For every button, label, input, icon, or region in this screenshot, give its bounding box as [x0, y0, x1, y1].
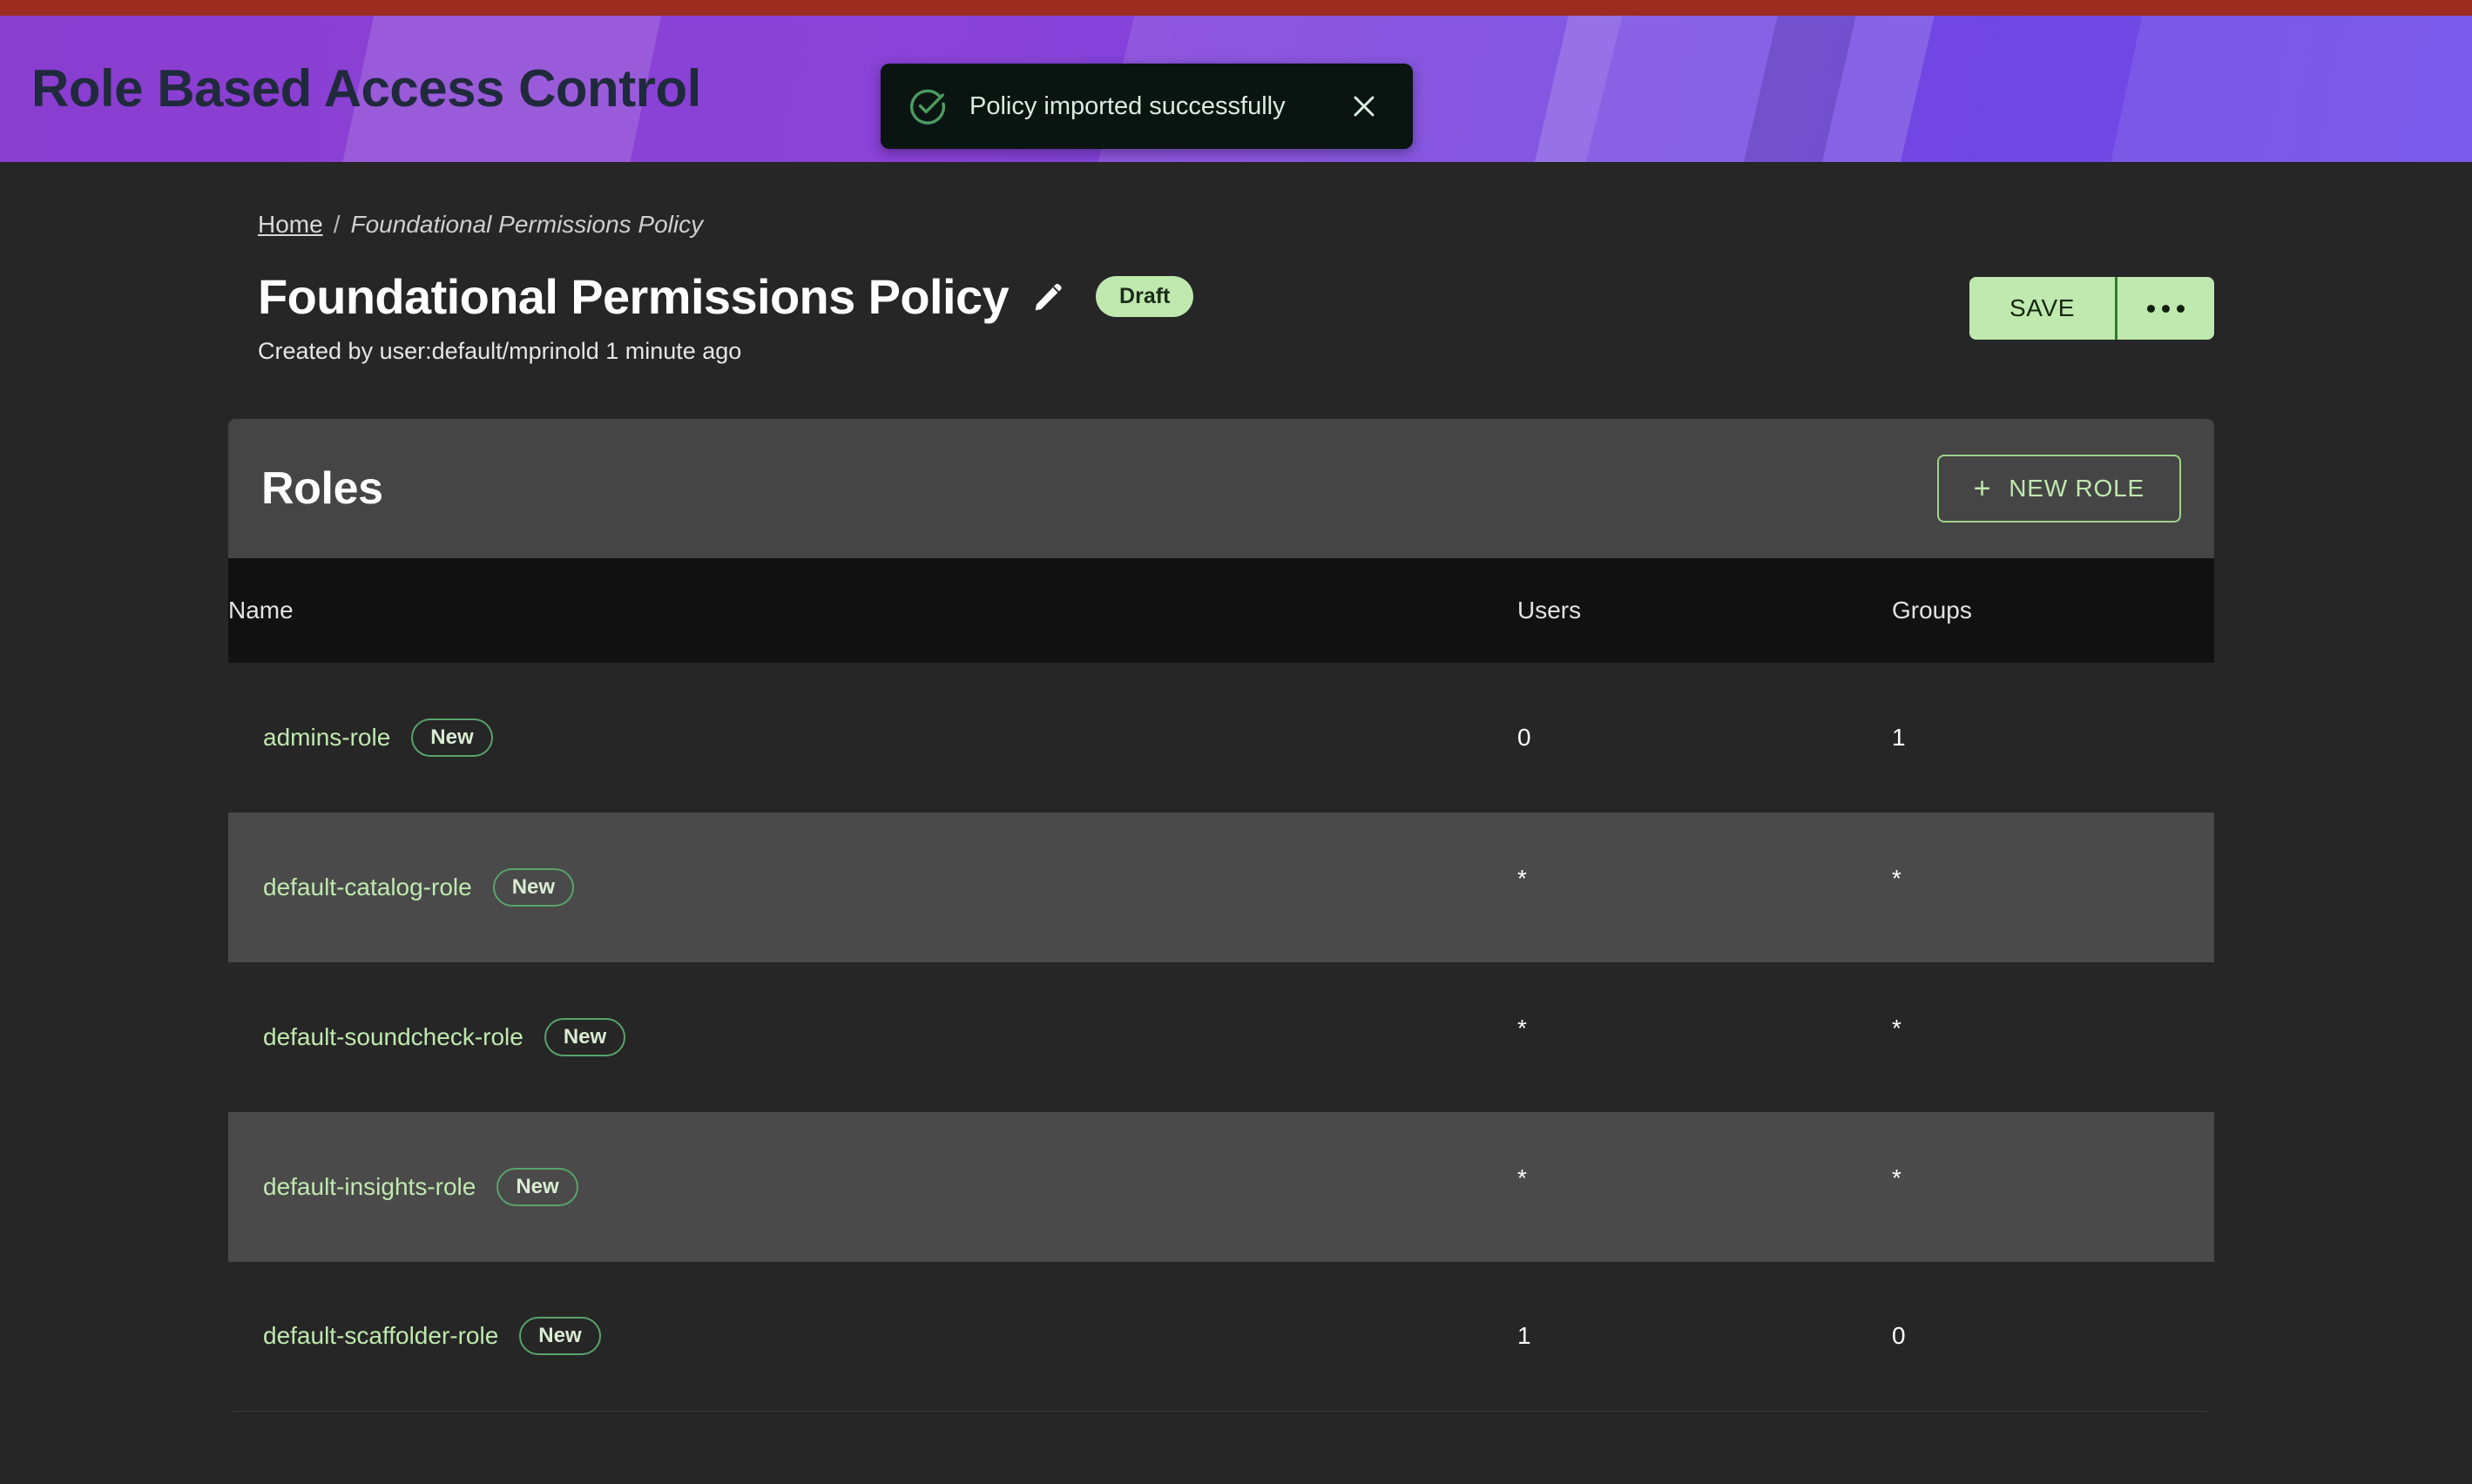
roles-card-header: Roles + NEW ROLE [228, 418, 2214, 558]
groups-count-cell: * [1892, 1164, 1901, 1191]
roles-table-head: Name Users Groups [228, 557, 2214, 663]
role-name-cell: default-soundcheck-role New [228, 962, 1517, 1112]
roles-table-body: admins-role New 0 1 default-catalog-role New *… [228, 662, 2214, 1413]
page-actions: SAVE [1969, 277, 2214, 340]
role-name-link[interactable]: default-scaffolder-role [263, 1322, 498, 1350]
role-name-link[interactable]: admins-role [263, 724, 390, 752]
role-name-link[interactable]: default-soundcheck-role [263, 1023, 523, 1051]
groups-count-cell: 0 [1892, 1261, 2214, 1413]
breadcrumb-home-link[interactable]: Home [258, 211, 323, 239]
save-button-group: SAVE [1969, 277, 2214, 340]
page-title: Foundational Permissions Policy [258, 269, 1010, 324]
save-button[interactable]: SAVE [1969, 277, 2115, 340]
users-count-cell: 0 [1517, 723, 1531, 751]
pencil-icon[interactable] [1031, 280, 1066, 314]
role-name-cell: admins-role New [228, 663, 1517, 813]
new-role-button-label: NEW ROLE [2009, 474, 2144, 502]
groups-count-cell: * [1892, 864, 1901, 892]
ellipsis-icon-dot-2 [2162, 304, 2170, 313]
check-circle-icon [909, 89, 946, 125]
plus-icon: + [1973, 471, 1992, 505]
role-name-cell: default-insights-role New [228, 1112, 1517, 1262]
header-decor-shape-4 [1732, 16, 1865, 162]
page-title-row: Foundational Permissions Policy Draft Cr… [258, 270, 2472, 365]
app-title: Role Based Access Control [31, 59, 701, 118]
table-row[interactable]: default-insights-role New * * [228, 1111, 2214, 1262]
status-badge: Draft [1096, 276, 1194, 318]
table-row[interactable]: default-soundcheck-role New * * [228, 961, 2214, 1112]
page-title-block: Foundational Permissions Policy Draft Cr… [258, 269, 1194, 365]
new-role-button[interactable]: + NEW ROLE [1936, 454, 2181, 523]
role-name-link[interactable]: default-insights-role [263, 1173, 476, 1201]
ellipsis-icon-dot-1 [2147, 304, 2155, 313]
toast-notification: Policy imported successfully [881, 64, 1413, 149]
groups-count-cell: 1 [1892, 723, 1906, 751]
new-badge: New [492, 867, 575, 907]
groups-count-cell: * [1892, 1014, 1901, 1042]
users-count-cell: * [1517, 1014, 1527, 1042]
top-accent-strip [0, 0, 2472, 16]
table-row[interactable]: default-scaffolder-role New 1 0 [228, 1261, 2214, 1413]
new-badge: New [544, 1017, 626, 1056]
page-body: Home / Foundational Permissions Policy F… [0, 211, 2472, 1413]
role-name-link[interactable]: default-catalog-role [263, 874, 472, 901]
roles-table: Name Users Groups admins-role New 0 1 defaul… [228, 557, 2214, 1413]
table-row[interactable]: default-catalog-role New * * [228, 812, 2214, 962]
users-count-cell: * [1517, 1164, 1527, 1191]
role-name-cell: default-scaffolder-role New [228, 1261, 1517, 1413]
new-badge: New [519, 1317, 601, 1356]
more-options-button[interactable] [2115, 277, 2214, 340]
app-header: Role Based Access Control Policy importe… [0, 16, 2472, 162]
close-icon[interactable] [1345, 87, 1383, 125]
breadcrumb: Home / Foundational Permissions Policy [258, 211, 2472, 239]
role-name-cell: default-catalog-role New [228, 813, 1517, 962]
table-header-row: Name Users Groups [228, 557, 2214, 663]
column-header-groups: Groups [1892, 557, 2214, 663]
roles-card: Roles + NEW ROLE Name Users Groups admin… [228, 418, 2214, 1413]
users-count-cell: * [1517, 864, 1527, 892]
column-header-name: Name [228, 557, 1517, 663]
breadcrumb-current: Foundational Permissions Policy [350, 211, 704, 238]
page-title-line: Foundational Permissions Policy Draft [258, 269, 1194, 324]
table-row[interactable]: admins-role New 0 1 [228, 662, 2214, 813]
toast-message: Policy imported successfully [969, 91, 1286, 120]
users-count-cell: 1 [1517, 1261, 1892, 1413]
header-decor-shape-3 [1523, 16, 1943, 162]
ellipsis-icon-dot-3 [2177, 304, 2185, 313]
breadcrumb-separator: / [333, 211, 341, 238]
roles-card-title: Roles [261, 462, 383, 514]
header-decor-shape-5 [2101, 16, 2472, 162]
new-badge: New [411, 718, 493, 757]
created-by-text: Created by user:default/mprinold 1 minut… [258, 337, 742, 364]
new-badge: New [496, 1167, 578, 1206]
column-header-users: Users [1517, 557, 1892, 663]
